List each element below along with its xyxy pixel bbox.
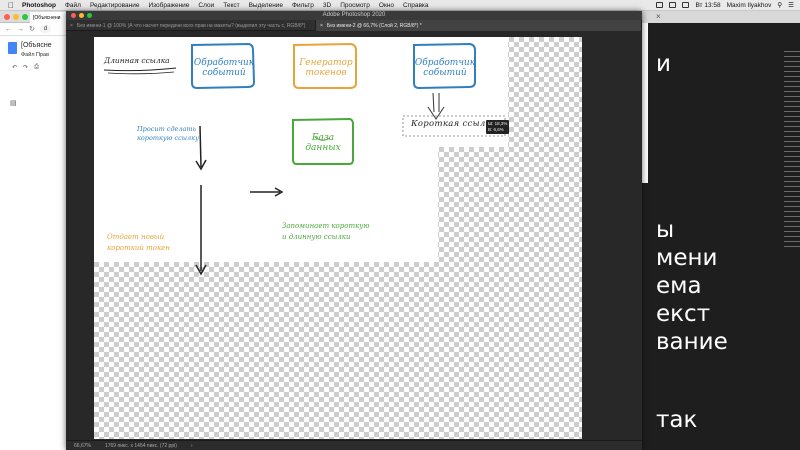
browser-window-controls xyxy=(4,14,28,20)
note-line: короткую ссылку xyxy=(137,134,199,143)
box-database-label: База данных xyxy=(293,133,353,154)
box-label-line: данных xyxy=(305,143,341,154)
forward-icon[interactable]: → xyxy=(17,26,24,33)
box-label-line: База xyxy=(311,133,335,143)
box-label-line: токенов xyxy=(305,68,347,79)
apple-icon[interactable]:  xyxy=(8,1,14,10)
box-event-handler-2-label: Обработчик событий xyxy=(414,58,476,79)
short-link-label: Короткая ссылка xyxy=(411,119,485,129)
note-store-links: Запоминает короткую и длинную ссылки xyxy=(282,221,370,242)
document-tab-1-label: Без имени-1 @ 100% (А что насчет передач… xyxy=(76,23,306,29)
box-label-line: Обработчик xyxy=(414,58,476,68)
menu-3d[interactable]: 3D xyxy=(323,2,331,9)
doc-title[interactable]: [Объясне xyxy=(21,42,52,49)
status-arrow-icon[interactable]: › xyxy=(191,443,193,449)
slide-text-line: ема xyxy=(656,273,702,299)
browser-tabbar: [Объяснени xyxy=(0,11,70,23)
search-icon[interactable]: ⚲ xyxy=(777,1,782,9)
user-name[interactable]: Maxim Ilyakhov xyxy=(727,2,772,9)
scrollbar-minimap[interactable] xyxy=(784,51,800,431)
doc-header: [Объясне Файл Прав xyxy=(0,36,70,58)
minimize-icon[interactable] xyxy=(79,13,84,18)
document-tab-2[interactable]: × Без имени-2 @ 66,7% (Слой 2, RGB/8*) * xyxy=(316,20,642,31)
volume-icon[interactable] xyxy=(682,2,690,8)
heading-long-link: Длинная ссылка xyxy=(104,56,170,65)
doc-toolbar: ↶ ↷ ⎙ xyxy=(0,58,70,71)
zoom-level[interactable]: 66,67% xyxy=(74,443,91,449)
redo-icon[interactable]: ↷ xyxy=(23,64,28,71)
box-event-handler-1-label: Обработчик событий xyxy=(193,58,255,79)
slide-text-line: так xyxy=(656,407,698,433)
print-icon[interactable]: ⎙ xyxy=(34,64,39,71)
document-tab-1[interactable]: × Без имени-1 @ 100% (А что насчет перед… xyxy=(66,20,316,31)
menu-filter[interactable]: Фильтр xyxy=(292,2,314,9)
note-line: и длинную ссылки xyxy=(282,232,351,241)
outline-icon[interactable]: ▤ xyxy=(10,99,17,107)
photoshop-titlebar: Adobe Photoshop 2020 xyxy=(66,11,642,20)
close-icon[interactable] xyxy=(71,13,76,18)
back-icon[interactable]: ← xyxy=(5,26,12,33)
macos-menubar:  Photoshop Файл Редактирование Изображе… xyxy=(0,0,800,11)
menubar-app-name[interactable]: Photoshop xyxy=(22,2,56,9)
battery-icon[interactable] xyxy=(656,2,664,8)
browser-address-bar: ← → ↻ d xyxy=(0,23,70,36)
box-label-line: событий xyxy=(423,68,467,79)
close-tab-icon[interactable]: × xyxy=(656,12,661,21)
zoom-icon[interactable] xyxy=(87,13,92,18)
slide-text-line: вание xyxy=(656,329,728,355)
menu-list-icon[interactable]: ☰ xyxy=(788,1,794,9)
close-tab-icon[interactable]: × xyxy=(320,23,323,31)
box-token-generator-label: Генератор токенов xyxy=(295,58,357,79)
note-line: Отдает новый xyxy=(107,233,165,241)
document-tab-2-label: Без имени-2 @ 66,7% (Слой 2, RGB/8*) * xyxy=(326,23,422,29)
wifi-icon[interactable] xyxy=(669,2,677,8)
close-icon[interactable] xyxy=(4,14,10,20)
note-line: короткий токен xyxy=(107,243,170,252)
menu-edit[interactable]: Редактирование xyxy=(90,2,140,9)
readout-width: Ш: 18,3% xyxy=(488,121,508,126)
window-controls xyxy=(71,13,92,18)
note-request-short-link: Просит сделать короткую ссылку xyxy=(137,125,199,143)
note-line: Просит сделать xyxy=(137,125,197,133)
slide-text-line: и xyxy=(656,51,671,77)
menubar-status: Вт 13:58 Maxim Ilyakhov ⚲ ☰ xyxy=(656,1,794,9)
note-line: Запоминает короткую xyxy=(282,222,370,230)
undo-icon[interactable]: ↶ xyxy=(12,64,17,71)
note-return-token: Отдает новый короткий токен xyxy=(107,232,170,253)
url-field[interactable]: d xyxy=(39,25,52,33)
arrow-shaft xyxy=(199,125,202,168)
menu-view[interactable]: Просмотр xyxy=(340,2,370,9)
status-bar: 66,67% 1769 пикс. x 1454 пикс. (72 ppi) … xyxy=(66,440,642,450)
menu-help[interactable]: Справка xyxy=(403,2,429,9)
menu-window[interactable]: Окно xyxy=(379,2,394,9)
document-tabs: × Без имени-1 @ 100% (А что насчет перед… xyxy=(66,20,642,31)
transform-readout: Ш: 18,3% В: 6,6% xyxy=(486,120,510,134)
doc-menu[interactable]: Файл Прав xyxy=(21,52,52,58)
menu-layers[interactable]: Слои xyxy=(198,2,214,9)
menu-file[interactable]: Файл xyxy=(65,2,81,9)
screen:  Photoshop Файл Редактирование Изображе… xyxy=(0,0,800,450)
box-label-line: событий xyxy=(202,68,246,79)
window-title: Adobe Photoshop 2020 xyxy=(322,12,386,18)
box-label-line: Генератор xyxy=(299,58,353,68)
document-info[interactable]: 1769 пикс. x 1454 пикс. (72 ppi) xyxy=(105,443,177,449)
browser-tab[interactable]: [Объяснени xyxy=(30,12,70,23)
slide-text-line: екст xyxy=(656,301,711,327)
menu-image[interactable]: Изображение xyxy=(148,2,189,9)
docs-icon[interactable] xyxy=(8,42,17,54)
menu-type[interactable]: Текст xyxy=(223,2,239,9)
zoom-icon[interactable] xyxy=(22,14,28,20)
clock[interactable]: Вт 13:58 xyxy=(695,2,720,9)
slide-text-line: ы xyxy=(656,217,675,243)
reload-icon[interactable]: ↻ xyxy=(29,25,35,33)
close-tab-icon[interactable]: × xyxy=(70,23,73,31)
background-browser-window: [Объяснени ← → ↻ d [Объясне Файл Прав ↶ … xyxy=(0,11,70,450)
minimize-icon[interactable] xyxy=(13,14,19,20)
menubar-menus: Файл Редактирование Изображение Слои Тек… xyxy=(65,2,429,9)
readout-height: В: 6,6% xyxy=(488,126,504,132)
box-label-line: Обработчик xyxy=(193,58,255,68)
slide-text-line: мени xyxy=(656,245,718,271)
menu-select[interactable]: Выделение xyxy=(249,2,283,9)
